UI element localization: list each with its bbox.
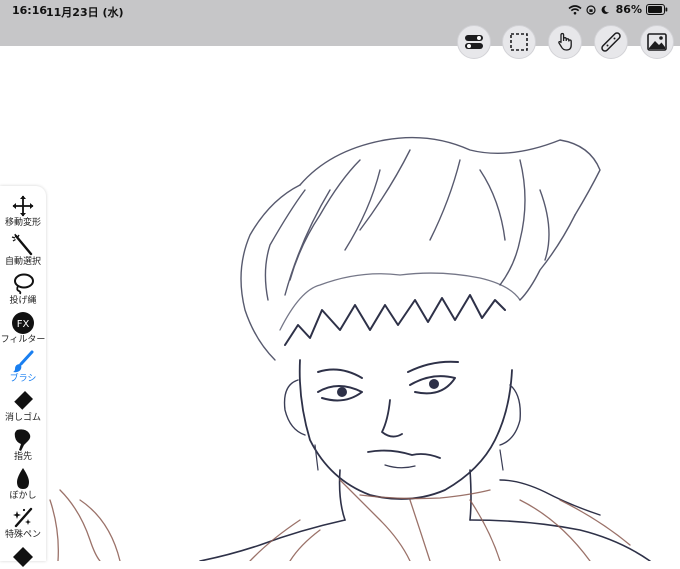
sketch-artwork: [49, 136, 651, 561]
battery-percent: 86%: [615, 3, 642, 16]
tool-brush[interactable]: ブラシ: [0, 350, 46, 385]
status-time: 16:16: [12, 4, 48, 17]
selection-button[interactable]: [502, 25, 536, 59]
moon-icon: [601, 5, 609, 14]
lasso-icon: [14, 273, 34, 295]
dashed-square-icon: [510, 33, 528, 51]
tool-filter[interactable]: FX フィルター: [0, 311, 46, 346]
status-indicators: 86%: [568, 3, 668, 16]
hand-touch-icon: [558, 32, 572, 51]
magic-wand-icon: [11, 233, 33, 256]
gesture-button[interactable]: [548, 25, 582, 59]
battery-icon: [646, 4, 668, 15]
tool-label: フィルター: [0, 335, 46, 345]
gallery-button[interactable]: [640, 25, 674, 59]
tool-move-transform[interactable]: 移動変形: [0, 194, 46, 229]
ruler-icon: [601, 32, 621, 52]
tool-palette: 移動変形 自動選択 投げ縄 FX フィルター ブラシ 消しゴム 指先 ぼかし 特…: [0, 186, 46, 567]
eraser-icon: [13, 391, 33, 411]
image-icon: [647, 33, 667, 51]
brush-icon: [13, 350, 34, 373]
tool-auto-select[interactable]: 自動選択: [0, 233, 46, 268]
tool-label: 投げ縄: [9, 296, 37, 306]
blur-drop-icon: [17, 468, 29, 489]
ruler-button[interactable]: [594, 25, 628, 59]
tool-label: ぼかし: [9, 491, 37, 501]
tool-lasso[interactable]: 投げ縄: [0, 272, 46, 307]
tool-fill[interactable]: [0, 545, 46, 569]
finger-smudge-icon: [14, 429, 31, 451]
tool-label: 指先: [13, 452, 32, 462]
tool-eraser[interactable]: 消しゴム: [0, 389, 46, 424]
settings-toggle-button[interactable]: [457, 25, 491, 59]
tool-special-pen[interactable]: 特殊ペン: [0, 506, 46, 541]
move-arrows-icon: [12, 195, 34, 217]
tool-blur[interactable]: ぼかし: [0, 467, 46, 502]
tool-label: ブラシ: [9, 374, 37, 384]
drawing-canvas[interactable]: [0, 46, 680, 561]
paint-bucket-icon: [13, 547, 33, 567]
wifi-icon: [568, 4, 582, 14]
lock-rotation-icon: [586, 4, 596, 15]
tool-smudge[interactable]: 指先: [0, 428, 46, 463]
fx-icon: FX: [12, 312, 34, 334]
tool-label: 移動変形: [4, 218, 41, 228]
tool-label: 自動選択: [4, 257, 41, 267]
sparkle-pen-icon: [13, 507, 33, 528]
status-date: 11月23日 (水): [46, 6, 124, 19]
toggle-icon: [465, 35, 483, 49]
tool-label: 消しゴム: [4, 413, 41, 423]
svg-text:FX: FX: [17, 319, 30, 330]
tool-label: 特殊ペン: [4, 530, 41, 540]
